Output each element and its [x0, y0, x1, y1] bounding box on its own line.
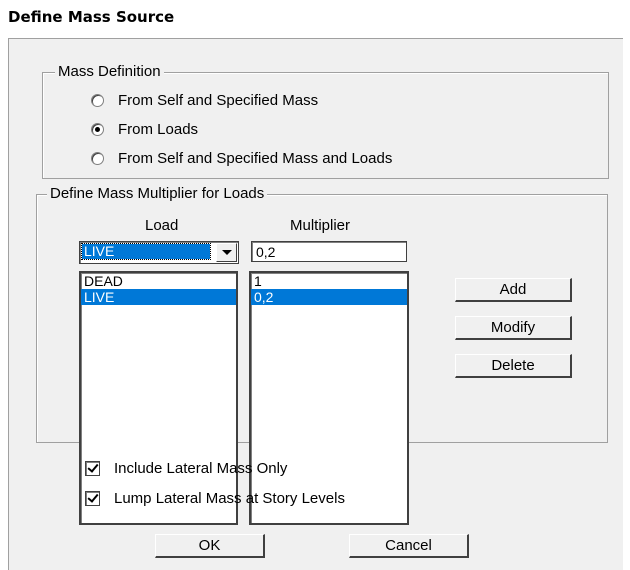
- list-item[interactable]: 1: [251, 273, 407, 289]
- lump-lateral-mass-checkbox[interactable]: Lump Lateral Mass at Story Levels: [85, 488, 345, 508]
- cancel-button[interactable]: Cancel: [349, 534, 469, 558]
- mass-definition-group: Mass Definition From Self and Specified …: [42, 63, 609, 179]
- mass-definition-legend: Mass Definition: [55, 63, 164, 81]
- add-button[interactable]: Add: [455, 278, 572, 302]
- load-select[interactable]: LIVE: [79, 241, 239, 264]
- checkbox[interactable]: [85, 490, 100, 506]
- radio-label: From Self and Specified Mass: [118, 91, 319, 109]
- modify-button[interactable]: Modify: [455, 316, 572, 340]
- dialog-body: Mass Definition From Self and Specified …: [8, 38, 623, 570]
- load-column-header: Load: [145, 217, 179, 234]
- load-list[interactable]: DEAD LIVE: [79, 271, 238, 525]
- checkbox[interactable]: [85, 460, 100, 476]
- multiplier-input[interactable]: 0,2: [251, 241, 407, 262]
- chevron-down-icon[interactable]: [216, 243, 237, 262]
- include-lateral-mass-checkbox[interactable]: Include Lateral Mass Only: [85, 458, 287, 478]
- ok-button[interactable]: OK: [155, 534, 265, 558]
- radio-label: From Self and Specified Mass and Loads: [118, 149, 393, 167]
- list-item[interactable]: LIVE: [81, 289, 236, 305]
- dialog-title: Define Mass Source: [8, 8, 175, 26]
- radio-button[interactable]: [91, 151, 104, 165]
- radio-button[interactable]: [91, 122, 104, 136]
- mass-multiplier-group: Define Mass Multiplier for Loads Load Mu…: [36, 185, 608, 525]
- delete-button[interactable]: Delete: [455, 354, 572, 378]
- radio-label: From Loads: [118, 120, 199, 138]
- checkbox-label: Lump Lateral Mass at Story Levels: [114, 489, 345, 507]
- mass-multiplier-legend: Define Mass Multiplier for Loads: [47, 185, 268, 203]
- checkbox-label: Include Lateral Mass Only: [114, 459, 288, 477]
- multiplier-column-header: Multiplier: [290, 217, 351, 234]
- radio-from-self-specified[interactable]: From Self and Specified Mass: [91, 90, 318, 110]
- radio-from-loads[interactable]: From Loads: [91, 119, 198, 139]
- list-item[interactable]: 0,2: [251, 289, 407, 305]
- radio-button[interactable]: [91, 93, 104, 107]
- radio-from-self-specified-and-loads[interactable]: From Self and Specified Mass and Loads: [91, 148, 392, 168]
- load-select-value: LIVE: [81, 243, 211, 260]
- list-item[interactable]: DEAD: [81, 273, 236, 289]
- multiplier-list[interactable]: 1 0,2: [249, 271, 409, 525]
